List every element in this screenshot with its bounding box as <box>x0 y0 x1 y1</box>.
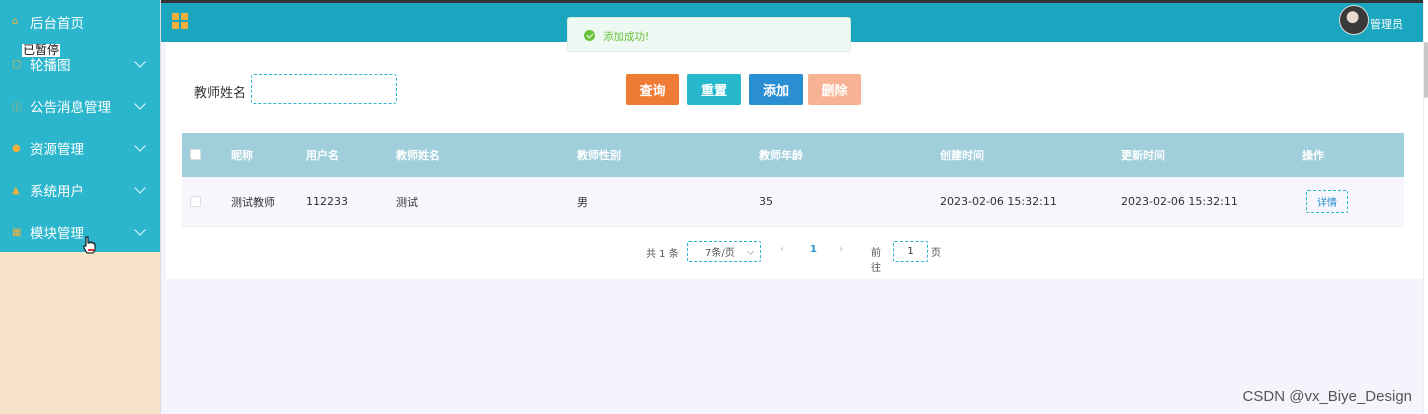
sidebar-item-label: 资源管理 <box>30 142 84 158</box>
pagination: 共 1 条 7条/页 ‹ 1 › 前往 1 页 <box>646 241 941 274</box>
user-name[interactable]: 管理员 <box>1370 16 1403 32</box>
location-icon: ● <box>12 142 21 154</box>
column-header-created[interactable]: 创建时间 <box>940 147 984 163</box>
column-header-age[interactable]: 教师年龄 <box>759 147 803 163</box>
sidebar-item-announcement[interactable]: ⓘ 公告消息管理 <box>0 85 160 127</box>
chevron-down-icon <box>134 56 146 68</box>
column-header-username[interactable]: 用户名 <box>306 147 339 163</box>
sidebar-item-label: 后台首页 <box>30 15 84 32</box>
data-table: 昵称 用户名 教师姓名 教师性别 教师年龄 创建时间 更新时间 操作 测试教师 … <box>182 133 1404 227</box>
sidebar-item-resources[interactable]: ● 资源管理 <box>0 127 160 169</box>
watermark: CSDN @vx_Biye_Design <box>1242 388 1412 405</box>
sidebar-item-label: 公告消息管理 <box>30 100 111 116</box>
reset-button[interactable]: 重置 <box>687 74 741 105</box>
cell-teacher-name: 测试 <box>396 195 418 209</box>
sidebar: ⌂ 后台首页 ▢ 轮播图 ⓘ 公告消息管理 ● 资源管理 ▲ 系统用户 ▦ 模块… <box>0 0 161 414</box>
total-count: 共 1 条 <box>646 248 679 260</box>
sidebar-item-label: 模块管理 <box>30 226 84 242</box>
add-button[interactable]: 添加 <box>749 74 803 105</box>
search-button[interactable]: 查询 <box>626 74 679 105</box>
column-header-updated[interactable]: 更新时间 <box>1121 147 1165 163</box>
next-page-icon[interactable]: › <box>839 244 843 255</box>
module-icon: ▦ <box>12 226 22 238</box>
cell-username: 112233 <box>306 195 348 208</box>
column-header-actions: 操作 <box>1302 149 1324 162</box>
check-circle-icon <box>584 30 595 41</box>
column-header-nickname[interactable]: 昵称 <box>231 147 253 163</box>
page-number-current[interactable]: 1 <box>810 244 817 255</box>
goto-label: 前往 <box>871 248 881 274</box>
home-icon: ⌂ <box>12 16 19 27</box>
menu-toggle-icon[interactable] <box>172 13 188 29</box>
prev-page-icon[interactable]: ‹ <box>780 244 784 255</box>
chevron-down-icon <box>134 140 146 152</box>
success-toast: 添加成功! <box>567 17 851 52</box>
avatar[interactable] <box>1339 5 1369 35</box>
cell-updated: 2023-02-06 15:32:11 <box>1121 195 1238 208</box>
toast-message: 添加成功! <box>603 31 650 43</box>
column-header-gender[interactable]: 教师性别 <box>577 147 621 163</box>
page-size-select[interactable]: 7条/页 <box>687 241 761 262</box>
cell-created: 2023-02-06 15:32:11 <box>940 195 1057 208</box>
chevron-down-icon <box>134 98 146 110</box>
teacher-name-input[interactable] <box>251 74 397 104</box>
sidebar-item-label: 轮播图 <box>30 58 71 74</box>
user-icon: ▲ <box>12 184 20 196</box>
teacher-name-label: 教师姓名 <box>194 86 247 101</box>
table-header: 昵称 用户名 教师姓名 教师性别 教师年龄 创建时间 更新时间 操作 <box>182 133 1404 177</box>
paused-badge: 已暂停 <box>22 43 61 57</box>
cell-nickname: 测试教师 <box>231 195 275 209</box>
row-checkbox[interactable] <box>190 196 201 207</box>
hand-cursor-icon <box>83 236 96 254</box>
column-header-teacher-name[interactable]: 教师姓名 <box>396 147 440 163</box>
sidebar-item-system-users[interactable]: ▲ 系统用户 <box>0 169 160 211</box>
table-row: 测试教师 112233 测试 男 35 2023-02-06 15:32:11 … <box>182 177 1404 227</box>
page-unit-label: 页 <box>931 248 941 259</box>
chevron-down-icon <box>134 182 146 194</box>
detail-button[interactable]: 详情 <box>1306 190 1348 213</box>
info-icon: ⓘ <box>12 102 22 114</box>
goto-page-input[interactable]: 1 <box>893 241 928 262</box>
scrollbar-thumb[interactable] <box>1424 42 1428 98</box>
chevron-down-icon <box>134 224 146 236</box>
main-content: 教师姓名 查询 重置 添加 删除 昵称 用户名 教师姓名 教师性别 教师年龄 创… <box>166 42 1423 279</box>
sidebar-item-home[interactable]: ⌂ 后台首页 <box>0 0 160 43</box>
scrollbar[interactable] <box>1423 0 1428 414</box>
select-all-checkbox[interactable] <box>190 149 201 160</box>
page-size-value: 7条/页 <box>705 248 735 259</box>
sidebar-menu: ⌂ 后台首页 ▢ 轮播图 ⓘ 公告消息管理 ● 资源管理 ▲ 系统用户 ▦ 模块… <box>0 0 160 252</box>
chevron-down-icon <box>746 247 755 256</box>
sidebar-item-label: 系统用户 <box>30 184 84 200</box>
cell-age: 35 <box>759 195 773 208</box>
delete-button[interactable]: 删除 <box>808 74 861 105</box>
image-icon: ▢ <box>12 58 22 70</box>
cell-gender: 男 <box>577 195 588 209</box>
sidebar-item-modules[interactable]: ▦ 模块管理 <box>0 211 160 253</box>
